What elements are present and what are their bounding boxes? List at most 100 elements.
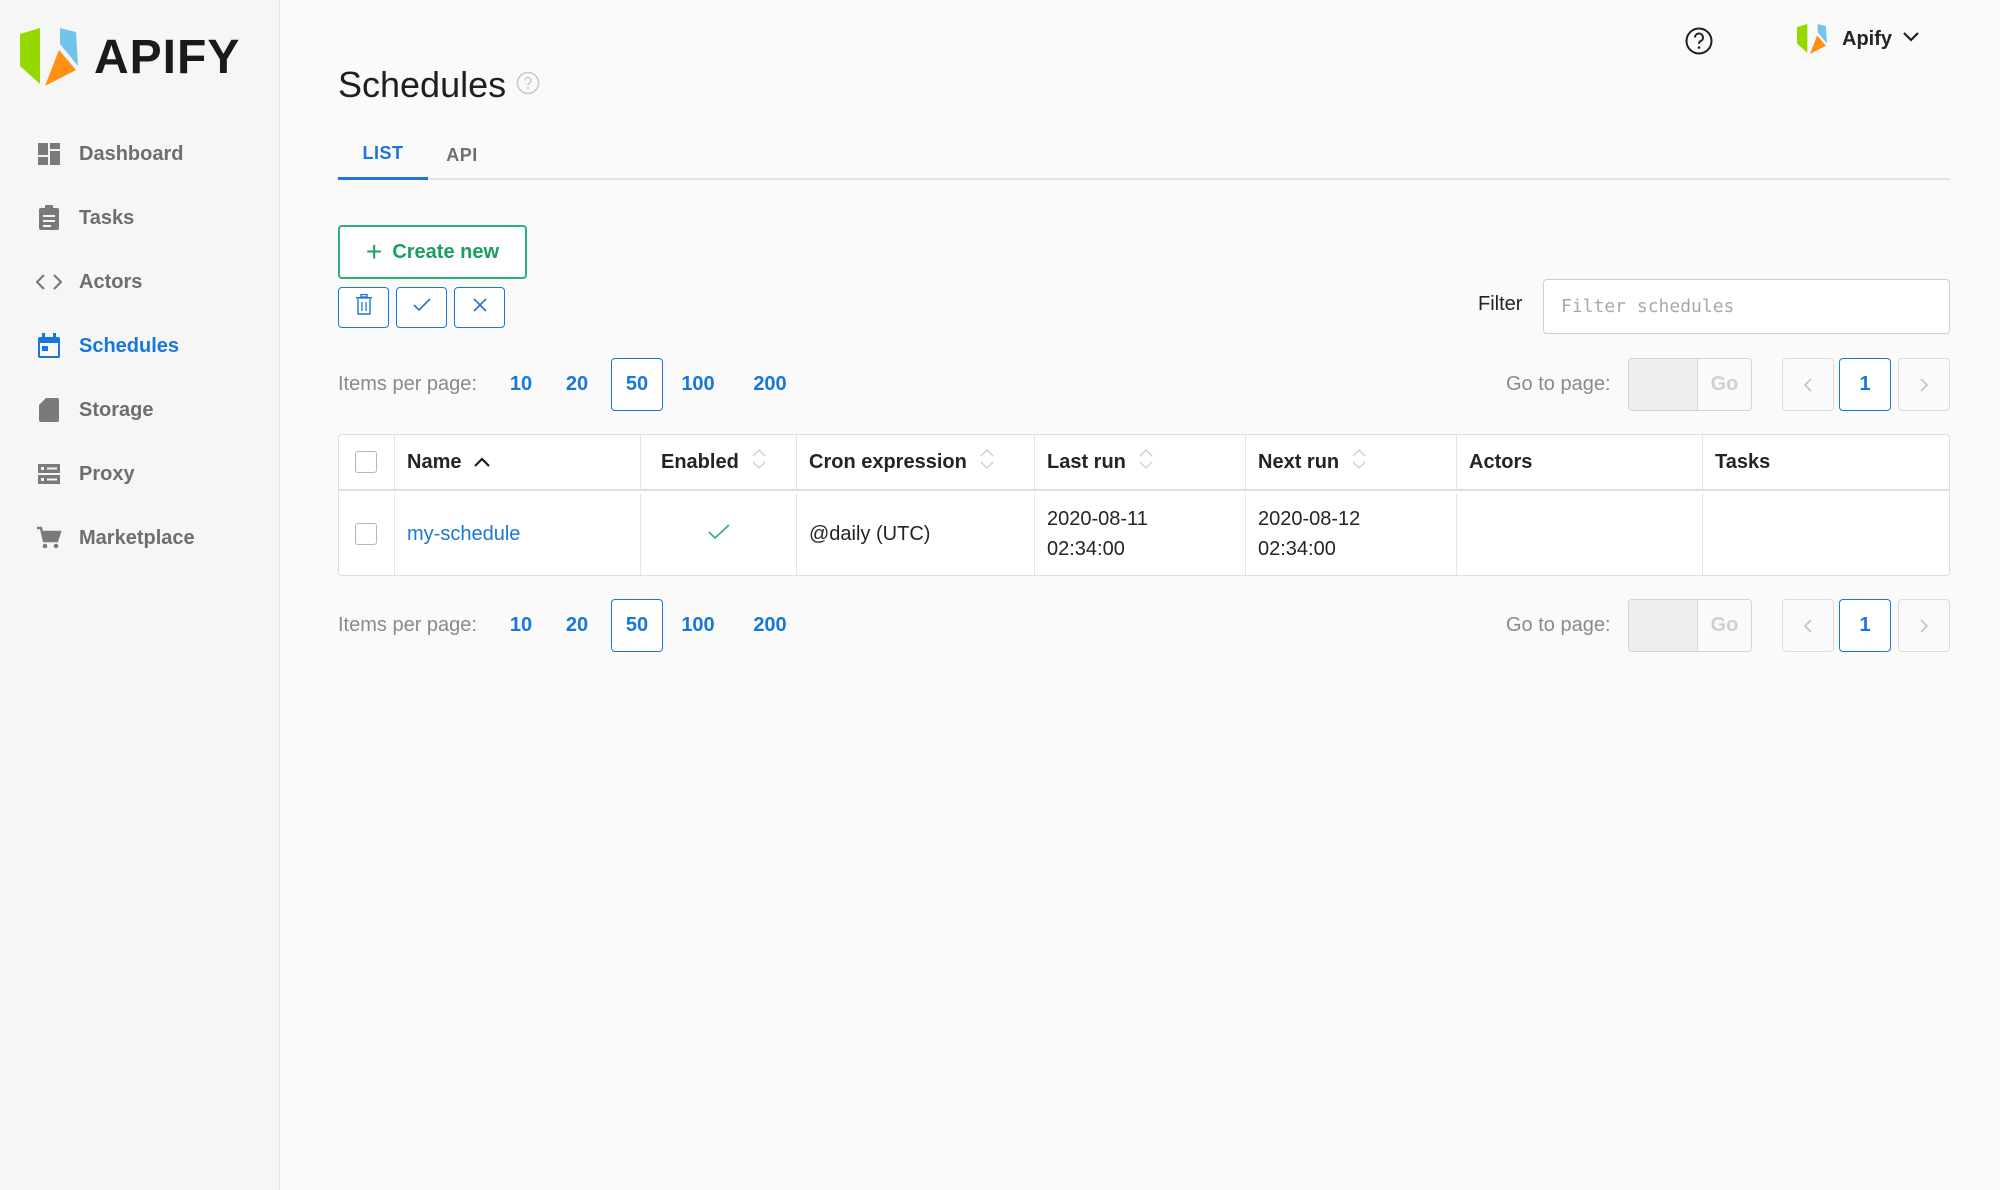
column-header-enabled[interactable]: Enabled <box>641 435 797 489</box>
column-header-label: Actors <box>1469 450 1533 473</box>
sidebar-nav: Dashboard Tasks Actors Schedules Storage <box>0 122 279 570</box>
trash-icon <box>355 293 373 321</box>
column-header-label: Enabled <box>661 450 739 473</box>
next-run-time: 02:34:00 <box>1258 538 1336 560</box>
filter-label: Filter <box>1478 293 1523 315</box>
items-per-page-label: Items per page: <box>338 614 477 636</box>
sidebar-item-label: Proxy <box>79 462 135 485</box>
items-per-page-10[interactable]: 10 <box>498 599 544 652</box>
sort-icon <box>1351 447 1367 477</box>
items-per-page-200[interactable]: 200 <box>738 599 802 652</box>
cell-actors <box>1457 493 1703 575</box>
page-title-text: Schedules <box>338 64 507 105</box>
sidebar-item-tasks[interactable]: Tasks <box>0 186 279 250</box>
cell-cron-expression: @daily (UTC) <box>797 493 1035 575</box>
sort-icon <box>1138 447 1154 477</box>
items-per-page-20[interactable]: 20 <box>554 599 600 652</box>
select-all-checkbox[interactable] <box>355 451 377 473</box>
next-page-button[interactable] <box>1898 358 1950 411</box>
delete-button[interactable] <box>338 287 389 328</box>
column-header-label: Last run <box>1047 450 1126 473</box>
goto-page-label: Go to page: <box>1506 373 1611 395</box>
cell-next-run: 2020-08-12 02:34:00 <box>1246 493 1457 575</box>
items-per-page-100[interactable]: 100 <box>672 358 724 411</box>
sidebar-item-storage[interactable]: Storage <box>0 378 279 442</box>
sidebar-item-proxy[interactable]: Proxy <box>0 442 279 506</box>
tab-api[interactable]: API <box>432 130 492 180</box>
sidebar-item-label: Schedules <box>79 334 180 357</box>
chevron-right-icon <box>1920 377 1929 392</box>
goto-page-input[interactable] <box>1629 359 1698 410</box>
clipboard-icon <box>36 205 62 231</box>
enable-button[interactable] <box>396 287 447 328</box>
chevron-right-icon <box>1920 618 1929 633</box>
next-run-date: 2020-08-12 <box>1258 508 1361 530</box>
page-button-current[interactable]: 1 <box>1839 599 1891 652</box>
cell-last-run: 2020-08-11 02:34:00 <box>1035 493 1246 575</box>
cell-enabled <box>641 493 797 575</box>
disable-button[interactable] <box>454 287 505 328</box>
column-header-next-run[interactable]: Next run <box>1246 435 1457 489</box>
page-title: Schedules <box>338 64 540 106</box>
column-header-label: Next run <box>1258 450 1340 473</box>
brand-name: APIFY <box>94 30 241 84</box>
schedules-table: Name Enabled Cron expression Last run Ne… <box>338 434 1950 576</box>
column-header-last-run[interactable]: Last run <box>1035 435 1246 489</box>
sidebar-item-actors[interactable]: Actors <box>0 250 279 314</box>
items-per-page-10[interactable]: 10 <box>498 358 544 411</box>
prev-page-button[interactable] <box>1782 599 1834 652</box>
goto-page-input[interactable] <box>1629 600 1698 651</box>
column-header-label: Cron expression <box>809 450 967 473</box>
sidebar-item-label: Marketplace <box>79 526 195 549</box>
next-page-button[interactable] <box>1898 599 1950 652</box>
help-icon[interactable] <box>1684 26 1714 56</box>
sidebar-item-label: Tasks <box>79 206 135 229</box>
last-run-date: 2020-08-11 <box>1047 508 1148 530</box>
items-per-page-20[interactable]: 20 <box>554 358 600 411</box>
row-select-cell <box>339 493 395 575</box>
plus-icon: + <box>365 236 383 267</box>
column-header-cron-expression[interactable]: Cron expression <box>797 435 1035 489</box>
table-header: Name Enabled Cron expression Last run Ne… <box>339 435 1949 491</box>
chevron-down-icon <box>1902 30 1920 48</box>
column-header-label: Name <box>407 450 462 473</box>
go-button[interactable]: Go <box>1698 600 1751 651</box>
prev-page-button[interactable] <box>1782 358 1834 411</box>
apify-logo-mark-icon <box>20 28 78 86</box>
sidebar-item-dashboard[interactable]: Dashboard <box>0 122 279 186</box>
account-avatar-icon <box>1797 24 1827 54</box>
sidebar-item-label: Dashboard <box>79 142 184 165</box>
column-header-name[interactable]: Name <box>395 435 641 489</box>
items-per-page-200[interactable]: 200 <box>738 358 802 411</box>
create-new-button[interactable]: + Create new <box>338 225 527 279</box>
help-icon[interactable] <box>516 71 540 100</box>
apify-logo[interactable]: APIFY <box>18 26 240 88</box>
schedule-name-link[interactable]: my-schedule <box>407 519 520 549</box>
create-new-label: Create new <box>392 240 500 263</box>
items-per-page-50[interactable]: 50 <box>611 358 663 411</box>
page-button-current[interactable]: 1 <box>1839 358 1891 411</box>
row-checkbox[interactable] <box>355 523 377 545</box>
sidebar-item-label: Storage <box>79 398 154 421</box>
go-button[interactable]: Go <box>1698 359 1751 410</box>
account-menu[interactable]: Apify <box>1796 22 1920 56</box>
last-run-time: 02:34:00 <box>1047 538 1125 560</box>
sort-ascending-icon <box>473 451 491 474</box>
server-icon <box>36 461 62 487</box>
sidebar-item-label: Actors <box>79 270 143 293</box>
calendar-icon <box>36 333 62 359</box>
items-per-page-50[interactable]: 50 <box>611 599 663 652</box>
sidebar: APIFY Dashboard Tasks Actors Schedules S… <box>0 0 280 1190</box>
account-name: Apify <box>1842 27 1892 50</box>
goto-page-group: Go <box>1628 358 1752 411</box>
goto-page-group: Go <box>1628 599 1752 652</box>
sidebar-item-schedules[interactable]: Schedules <box>0 314 279 378</box>
sd-card-icon <box>36 397 62 423</box>
cart-icon <box>36 525 62 551</box>
select-all-cell <box>339 435 395 489</box>
filter-input[interactable] <box>1543 279 1950 334</box>
items-per-page-100[interactable]: 100 <box>672 599 724 652</box>
table-row[interactable]: my-schedule @daily (UTC) 2020-08-11 02:3… <box>339 493 1949 575</box>
sidebar-item-marketplace[interactable]: Marketplace <box>0 506 279 570</box>
tab-list[interactable]: LIST <box>338 130 428 180</box>
